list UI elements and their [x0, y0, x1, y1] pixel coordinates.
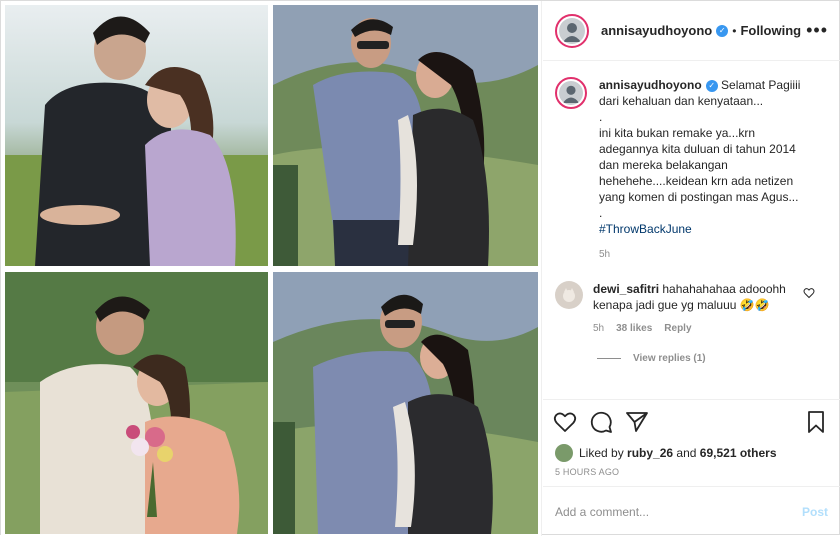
photo-couple-lake[interactable]: [5, 5, 268, 266]
comment-likes[interactable]: 38 likes: [616, 321, 652, 337]
likes-summary: Liked by ruby_26 and 69,521 others: [543, 443, 840, 463]
author-avatar[interactable]: [555, 13, 589, 48]
verified-badge-icon: ✓: [705, 79, 718, 92]
likes-joiner: and: [676, 446, 697, 460]
commenter-avatar[interactable]: [555, 281, 583, 309]
caption-line: dari kehaluan dan kenyataan...: [599, 94, 764, 108]
caption-time: 5h: [599, 249, 611, 260]
replies-divider: [597, 358, 621, 359]
author-username[interactable]: annisayudhoyono: [601, 23, 712, 38]
comment-item: dewi_safitri hahahahahaa adooohh kenapa …: [555, 281, 828, 337]
post-media[interactable]: [1, 1, 542, 536]
post-comment-button[interactable]: Post: [802, 505, 828, 519]
caption-line: dan mereka belakangan: [599, 158, 728, 172]
action-bar: [543, 399, 840, 443]
liker-avatar[interactable]: [555, 444, 573, 462]
verified-badge-icon: ✓: [716, 24, 729, 37]
cat-avatar-icon: [563, 288, 575, 302]
caption-line: hehehehe....keidean krn ada netizen: [599, 174, 794, 188]
liker-username[interactable]: ruby_26: [627, 446, 673, 460]
photo-couple-flowers[interactable]: [5, 272, 268, 534]
following-button[interactable]: Following: [740, 23, 801, 38]
add-comment-input[interactable]: [555, 504, 802, 519]
caption-line: adegannya kita duluan di tahun 2014: [599, 142, 796, 156]
heart-icon[interactable]: [553, 410, 577, 434]
add-comment-bar: Post: [543, 486, 840, 536]
comment-meta: 5h 38 likes Reply: [593, 321, 793, 337]
view-replies-label: View replies (1): [633, 353, 706, 364]
comment-icon[interactable]: [589, 410, 613, 434]
post-sidebar: annisayudhoyono ✓ • Following ••• annisa…: [543, 1, 840, 536]
user-icon: [562, 85, 580, 103]
caption-line: yang komen di postingan mas Agus...: [599, 190, 799, 204]
instagram-post: annisayudhoyono ✓ • Following ••• annisa…: [0, 0, 840, 536]
share-icon[interactable]: [625, 410, 649, 434]
post-caption: annisayudhoyono ✓ Selamat Pagiiii dari ke…: [555, 77, 828, 263]
caption-body: annisayudhoyono ✓ Selamat Pagiiii dari ke…: [599, 77, 819, 263]
user-icon: [563, 22, 581, 42]
more-options-icon[interactable]: •••: [806, 20, 828, 41]
photo-couple-forehead-kiss[interactable]: [273, 272, 538, 534]
post-header: annisayudhoyono ✓ • Following •••: [543, 1, 840, 61]
caption-line: .: [599, 110, 603, 124]
comment-body: dewi_safitri hahahahahaa adooohh kenapa …: [593, 281, 793, 337]
caption-username[interactable]: annisayudhoyono: [599, 78, 702, 92]
caption-line: ini kita bukan remake ya...krn: [599, 126, 756, 140]
separator-dot: •: [732, 23, 737, 38]
bookmark-icon[interactable]: [804, 410, 828, 434]
view-replies-button[interactable]: View replies (1): [597, 353, 828, 364]
comment-time: 5h: [593, 323, 605, 334]
caption-line: .: [599, 206, 603, 220]
comment-like-heart-icon[interactable]: [803, 287, 815, 299]
caption-author-avatar[interactable]: [555, 77, 587, 109]
likes-prefix: Liked by: [579, 446, 624, 460]
comments-section: annisayudhoyono ✓ Selamat Pagiiii dari ke…: [543, 61, 840, 399]
hashtag-link[interactable]: #ThrowBackJune: [599, 221, 819, 237]
reply-button[interactable]: Reply: [664, 321, 691, 337]
post-timestamp[interactable]: 5 HOURS AGO: [543, 463, 840, 485]
commenter-username[interactable]: dewi_safitri: [593, 282, 659, 296]
photo-couple-mountain[interactable]: [273, 5, 538, 266]
likes-others[interactable]: 69,521 others: [700, 446, 777, 460]
caption-line: Selamat Pagiiii: [721, 78, 801, 92]
